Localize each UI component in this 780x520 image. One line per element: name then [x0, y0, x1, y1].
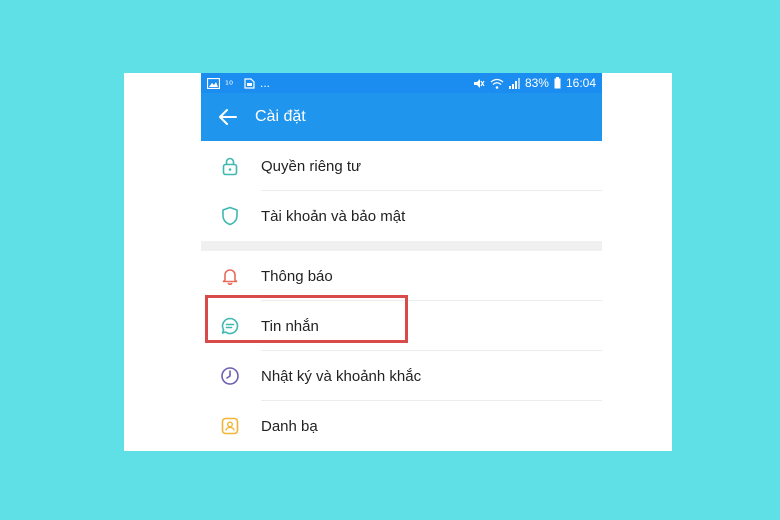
battery-icon: [554, 77, 561, 89]
status-left: ¹⁰ ...: [207, 76, 270, 90]
settings-item-label: Tài khoản và bảo mật: [261, 207, 406, 225]
status-right: 83% 16:04: [473, 73, 596, 93]
settings-item-contacts[interactable]: Danh bạ: [201, 401, 602, 451]
contacts-icon: [219, 415, 241, 437]
settings-item-label: Tin nhắn: [261, 317, 319, 335]
clock-icon: [219, 365, 241, 387]
signal-icon: ¹⁰: [225, 80, 233, 89]
status-bar: ¹⁰ ... 83% 16:04: [201, 73, 602, 93]
settings-list: Quyền riêng tư Tài khoản và bảo mật Thôn…: [201, 141, 602, 451]
shield-icon: [219, 205, 241, 227]
settings-item-label: Quyền riêng tư: [261, 157, 362, 175]
message-icon: [219, 315, 241, 337]
status-more: ...: [260, 76, 271, 90]
settings-item-privacy[interactable]: Quyền riêng tư: [201, 141, 602, 191]
settings-item-timeline[interactable]: Nhật ký và khoảnh khắc: [201, 351, 602, 401]
settings-item-label: Nhật ký và khoảnh khắc: [261, 367, 422, 385]
bell-icon: [219, 265, 241, 287]
image-icon: [207, 77, 220, 89]
mute-icon: [473, 78, 485, 88]
status-time: 16:04: [565, 76, 596, 90]
wifi-icon: [490, 78, 504, 89]
settings-item-label: Thông báo: [261, 267, 333, 285]
svg-text:¹⁰: ¹⁰: [225, 80, 233, 89]
settings-item-label: Danh bạ: [261, 417, 318, 435]
settings-item-messages[interactable]: Tin nhắn: [201, 301, 602, 351]
settings-item-notifications[interactable]: Thông báo: [201, 251, 602, 301]
settings-item-account-security[interactable]: Tài khoản và bảo mật: [201, 191, 602, 241]
section-divider: [201, 241, 602, 251]
lock-icon: [219, 155, 241, 177]
arrow-left-icon: [219, 109, 237, 125]
phone-screen: ¹⁰ ... 83% 16:04 Cài đặt Quyền riêng tư …: [201, 73, 602, 451]
back-button[interactable]: [215, 104, 241, 130]
page-title: Cài đặt: [255, 108, 306, 125]
cell-signal-icon: [508, 77, 520, 89]
screenshot-card: ¹⁰ ... 83% 16:04 Cài đặt Quyền riêng tư …: [124, 73, 672, 451]
sim-icon: [244, 77, 255, 89]
app-bar: Cài đặt: [201, 93, 602, 141]
battery-percent: 83%: [524, 76, 549, 90]
